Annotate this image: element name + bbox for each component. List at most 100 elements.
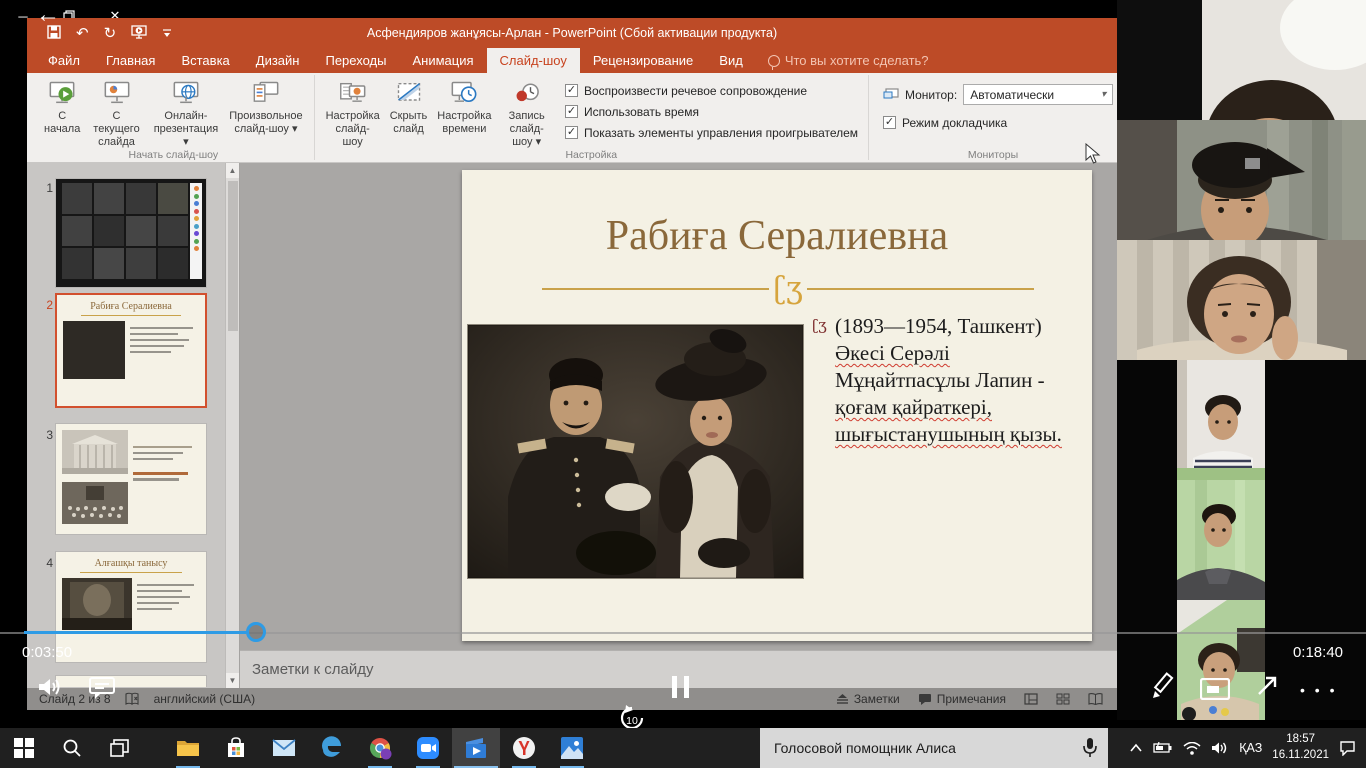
notes-icon [836,694,849,705]
more-options-button[interactable]: • • • [1300,682,1337,698]
thumbnail-slide-4[interactable]: Алғашқы танысу [55,551,207,663]
couple-photo [468,325,803,578]
subtitles-button[interactable] [88,676,116,705]
current-slide-canvas[interactable]: Рабиға Сералиевна ʗʒ [462,170,1092,641]
tab-review[interactable]: Рецензирование [580,48,706,73]
monitor-globe-icon [171,79,201,107]
hide-slide-button[interactable]: Скрыть слайд [385,76,433,136]
start-slideshow-icon[interactable] [131,25,147,42]
chrome-profile-badge [381,749,392,760]
webcam-tile-1 [1117,0,1366,120]
reading-view-button[interactable] [1088,693,1103,705]
checkbox[interactable]: ✓ [565,126,578,139]
normal-view-button[interactable] [1024,693,1038,705]
notification-center-icon[interactable] [1339,740,1356,756]
pause-bar [672,676,677,698]
thumbnail-slide-3[interactable] [55,423,207,535]
spellcheck-icon[interactable] [125,692,140,706]
proofing-language[interactable]: английский (США) [154,692,255,706]
task-view-button[interactable] [96,728,144,768]
wifi-icon[interactable] [1183,742,1201,755]
checkbox-use-timings[interactable]: ✓ Использовать время [565,103,858,120]
monitor-label: Монитор: [905,88,957,102]
start-button[interactable] [0,728,48,768]
tab-insert[interactable]: Вставка [168,48,242,73]
checkbox-presenter-view[interactable]: ✓ Режим докладчика [883,114,1113,131]
pause-button[interactable] [672,676,689,698]
file-explorer-icon[interactable] [164,728,212,768]
tab-transitions[interactable]: Переходы [312,48,399,73]
tell-me-box[interactable]: Что вы хотите сделать? [756,48,941,73]
thumbnail-slide-5-partial[interactable] [55,675,207,687]
checkbox[interactable]: ✓ [883,116,896,129]
from-current-slide-button[interactable]: С текущего слайда [85,76,147,149]
fullscreen-button[interactable] [1253,672,1281,705]
mail-icon[interactable] [260,728,308,768]
chevron-down-icon: ▾ [1101,89,1106,100]
checkbox[interactable]: ✓ [565,105,578,118]
thumbnail-slide-2-selected[interactable]: Рабиға Сералиевна [55,293,207,408]
draw-pencil-button[interactable] [1150,672,1178,705]
thumbnail-scrollbar[interactable]: ▲ ▼ [225,163,239,688]
undo-icon[interactable]: ↶ [76,26,89,41]
record-slideshow-button[interactable]: Запись слайд- шоу ▾ [496,76,556,149]
notes-toggle-button[interactable]: Заметки [836,692,900,706]
slide-number: 2 [37,298,53,312]
checkbox-show-media-controls[interactable]: ✓ Показать элементы управления проигрыва… [565,124,858,141]
slide-body-text[interactable]: (1893—1954, Ташкент) Әкесі Серәлі Мұңайт… [835,313,1085,448]
group-start-slideshow: С начала С текущего слайда Онлайн- презе… [33,73,314,162]
slide-title[interactable]: Рабиға Сералиевна [462,212,1092,260]
tab-slideshow[interactable]: Слайд-шоу [487,48,580,73]
redo-icon[interactable]: ↻ [104,26,117,41]
clock[interactable]: 18:57 16.11.2021 [1272,732,1329,763]
setup-slideshow-button[interactable]: Настройка слайд-шоу [321,76,385,149]
progress-handle[interactable] [246,622,266,642]
from-start-button[interactable]: С начала [39,76,85,136]
ppt-status-bar: Слайд 2 из 8 английский (США) Заметки Пр… [27,688,1117,710]
scroll-down-arrow[interactable]: ▼ [226,673,239,688]
scrollbar-thumb[interactable] [228,181,238,331]
edge-browser-icon[interactable] [308,728,356,768]
monitor-select[interactable]: Автоматически ▾ [963,84,1113,105]
body-line: қоғам қайраткері, [835,394,1085,421]
rehearse-timings-button[interactable]: Настройка времени [432,76,496,136]
custom-slideshow-button[interactable]: Произвольное слайд-шоу ▾ [224,76,307,136]
taskbar-search-button[interactable] [48,728,96,768]
picture-in-picture-button[interactable] [1200,678,1230,705]
microphone-icon[interactable] [1082,737,1098,759]
movies-tv-app-icon[interactable] [452,728,500,768]
webcam-tile-3 [1117,240,1366,360]
language-indicator[interactable]: ҚАЗ [1239,741,1262,755]
photos-app-icon[interactable] [548,728,596,768]
volume-tray-icon[interactable] [1211,741,1229,755]
slide-sorter-view-button[interactable] [1056,693,1070,705]
battery-icon[interactable] [1153,742,1173,754]
back-button[interactable]: ← [36,0,60,30]
scroll-up-arrow[interactable]: ▲ [226,163,239,178]
tab-file[interactable]: Файл [35,48,93,73]
chrome-browser-icon[interactable] [356,728,404,768]
online-presentation-button[interactable]: Онлайн- презентация ▾ [148,76,225,149]
body-line: шығыстанушының қызы. [835,421,1085,448]
tab-animations[interactable]: Анимация [399,48,486,73]
zoom-app-icon[interactable] [404,728,452,768]
tab-home[interactable]: Главная [93,48,168,73]
yandex-browser-icon[interactable] [500,728,548,768]
system-tray: ҚАЗ 18:57 16.11.2021 [1129,728,1366,768]
alice-voice-search-box[interactable]: Голосовой помощник Алиса [760,728,1108,768]
checkbox[interactable]: ✓ [565,84,578,97]
monitor-chart-icon [102,79,132,107]
customize-qat-icon[interactable] [162,26,172,41]
tab-design[interactable]: Дизайн [243,48,313,73]
volume-button[interactable] [36,674,62,705]
comments-toggle-button[interactable]: Примечания [918,692,1006,706]
rehearse-timings-icon [449,79,479,107]
microsoft-store-icon[interactable] [212,728,260,768]
thumbnail-slide-1[interactable] [55,178,207,288]
checkbox-play-narrations[interactable]: ✓ Воспроизвести речевое сопровождение [565,82,858,99]
hall-photo [62,578,132,630]
tray-chevron-icon[interactable] [1129,743,1143,753]
lightbulb-icon [768,55,780,67]
tray-date: 16.11.2021 [1272,748,1329,764]
tab-view[interactable]: Вид [706,48,756,73]
